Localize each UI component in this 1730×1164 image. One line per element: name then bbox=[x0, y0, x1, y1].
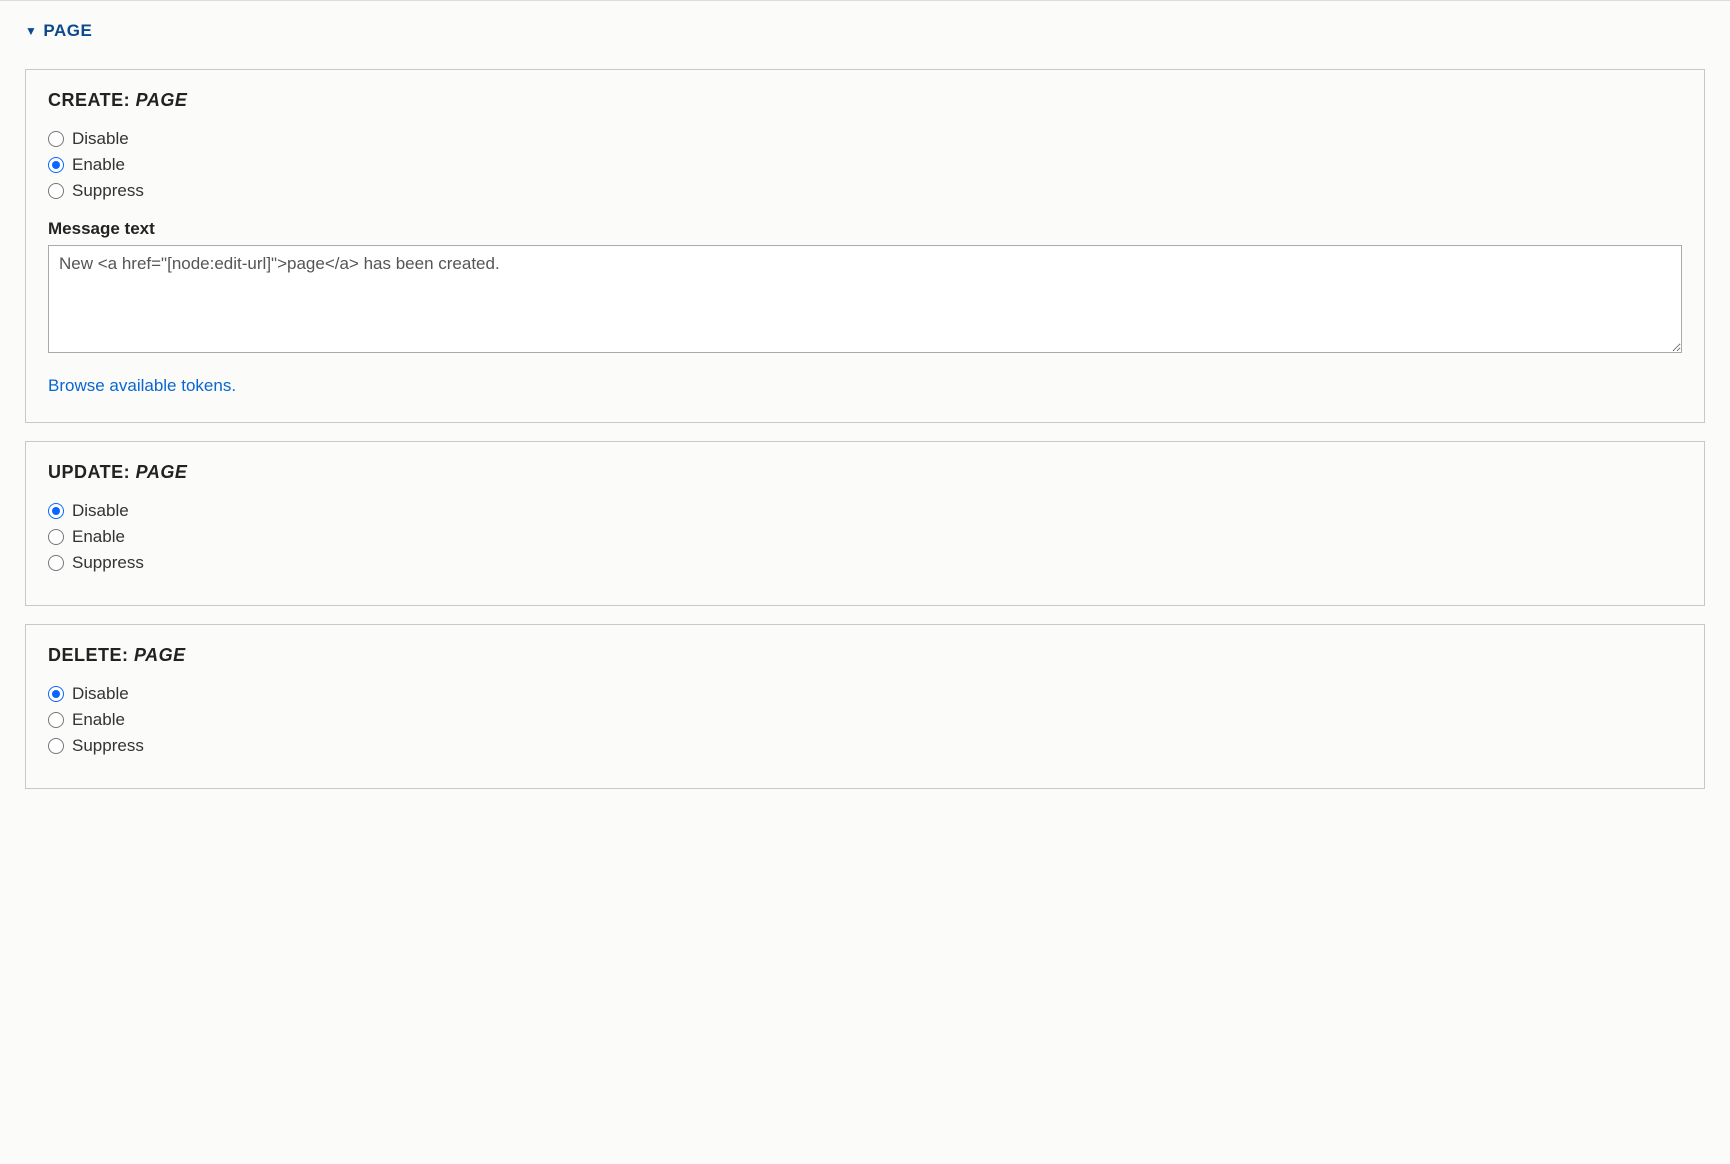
radio-label-update-enable[interactable]: Enable bbox=[72, 527, 125, 547]
radio-label-create-disable[interactable]: Disable bbox=[72, 129, 129, 149]
browse-tokens-link[interactable]: Browse available tokens. bbox=[48, 376, 236, 396]
radio-label-create-suppress[interactable]: Suppress bbox=[72, 181, 144, 201]
caret-down-icon: ▼ bbox=[25, 25, 37, 37]
radio-create-disable[interactable] bbox=[48, 131, 64, 147]
message-text-label: Message text bbox=[48, 219, 1682, 239]
radio-update-enable[interactable] bbox=[48, 529, 64, 545]
radio-label-delete-disable[interactable]: Disable bbox=[72, 684, 129, 704]
section-title: PAGE bbox=[43, 21, 92, 41]
legend-create: CREATE: PAGE bbox=[48, 90, 1682, 111]
radio-update-disable[interactable] bbox=[48, 503, 64, 519]
fieldset-delete: DELETE: PAGE Disable Enable Suppress bbox=[25, 624, 1705, 789]
radio-label-delete-suppress[interactable]: Suppress bbox=[72, 736, 144, 756]
fieldset-create: CREATE: PAGE Disable Enable Suppress Mes… bbox=[25, 69, 1705, 423]
radio-delete-enable[interactable] bbox=[48, 712, 64, 728]
section-toggle-page[interactable]: ▼ PAGE bbox=[25, 21, 1705, 41]
radio-delete-disable[interactable] bbox=[48, 686, 64, 702]
fieldset-update: UPDATE: PAGE Disable Enable Suppress bbox=[25, 441, 1705, 606]
radio-delete-suppress[interactable] bbox=[48, 738, 64, 754]
legend-update: UPDATE: PAGE bbox=[48, 462, 1682, 483]
radio-label-delete-enable[interactable]: Enable bbox=[72, 710, 125, 730]
message-text-input-create[interactable] bbox=[48, 245, 1682, 353]
radio-create-suppress[interactable] bbox=[48, 183, 64, 199]
radio-update-suppress[interactable] bbox=[48, 555, 64, 571]
radio-create-enable[interactable] bbox=[48, 157, 64, 173]
radio-label-update-disable[interactable]: Disable bbox=[72, 501, 129, 521]
legend-delete: DELETE: PAGE bbox=[48, 645, 1682, 666]
radio-label-create-enable[interactable]: Enable bbox=[72, 155, 125, 175]
radio-label-update-suppress[interactable]: Suppress bbox=[72, 553, 144, 573]
